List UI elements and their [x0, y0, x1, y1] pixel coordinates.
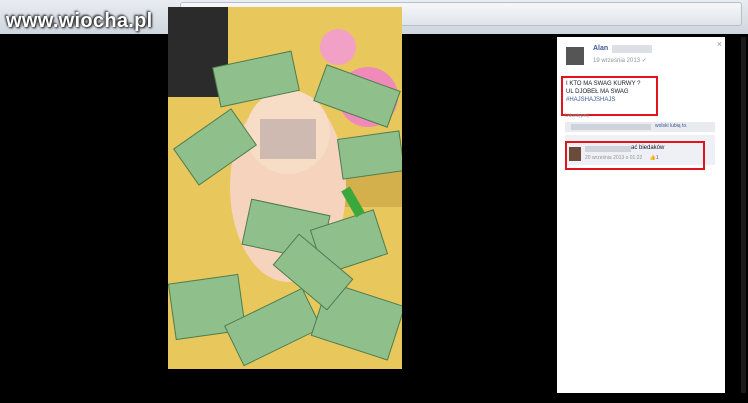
post-date[interactable]: 19 września 2013 ✓ [593, 57, 647, 64]
post-text-highlight: I KTO MA SWAG KURWY ? UL DJOBEŁ MA SWAG … [561, 76, 658, 116]
scrollbar[interactable] [741, 37, 746, 393]
site-watermark: www.wiocha.pl [6, 10, 153, 32]
likes-names-blur [571, 124, 651, 130]
post-sidebar: Alan 19 września 2013 ✓ × I KTO MA SWAG … [557, 37, 725, 393]
baby-money-photo[interactable] [168, 7, 402, 369]
author-avatar[interactable] [566, 47, 584, 65]
photo-illustration [168, 7, 402, 369]
author-name[interactable]: Alan [593, 45, 608, 52]
post-line-2: UL DJOBEŁ MA SWAG [566, 89, 629, 95]
likes-bar: wolski lubią to. [565, 122, 715, 132]
likes-label[interactable]: wolski lubią to. [655, 123, 688, 129]
author-name-blur [612, 45, 652, 53]
post-hashtag[interactable]: #HAJSHAJSHAJS [566, 96, 653, 104]
comment-highlight [565, 141, 705, 170]
close-icon[interactable]: × [717, 39, 722, 49]
post-line-1: I KTO MA SWAG KURWY ? [566, 81, 641, 87]
share-link[interactable]: Udostępnij [565, 113, 589, 119]
